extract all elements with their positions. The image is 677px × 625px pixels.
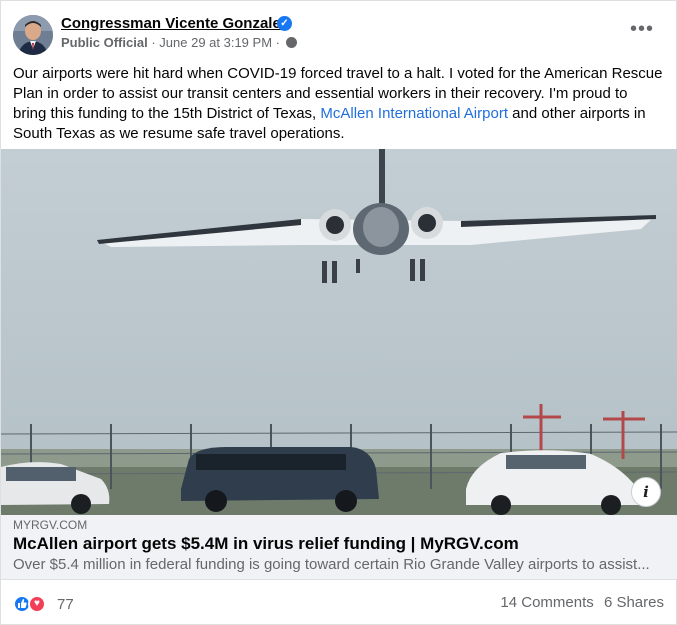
post-meta: Public Official · June 29 at 3:19 PM ·: [61, 35, 297, 50]
post-footer: ♥ 77 14 Comments 6 Shares: [13, 591, 664, 617]
post-message: Our airports were hit hard when COVID-19…: [13, 64, 663, 144]
author-name-link[interactable]: Congressman Vicente Gonzalez: [61, 15, 288, 32]
link-description: Over $5.4 million in federal funding is …: [13, 556, 650, 573]
meta-separator: ·: [151, 35, 156, 50]
link-preview-box[interactable]: MYRGV.COM McAllen airport gets $5.4M in …: [1, 515, 677, 580]
comments-count-link[interactable]: 14 Comments: [500, 594, 593, 611]
link-preview-image[interactable]: i: [1, 149, 677, 515]
author-avatar[interactable]: [13, 15, 53, 55]
reaction-count: 77: [57, 596, 74, 613]
love-reaction-icon: ♥: [28, 595, 46, 613]
globe-icon: [285, 37, 297, 48]
shares-count-link[interactable]: 6 Shares: [604, 594, 664, 611]
post-header: Congressman Vicente Gonzalez ✓ Public Of…: [13, 13, 664, 55]
info-icon[interactable]: i: [631, 477, 661, 507]
engagement-stats: 14 Comments 6 Shares: [500, 594, 664, 611]
avatar-image: [13, 15, 53, 55]
meta-separator-2: ·: [275, 35, 280, 50]
facebook-post-card: Congressman Vicente Gonzalez ✓ Public Of…: [0, 0, 677, 625]
link-domain: MYRGV.COM: [13, 518, 88, 532]
more-options-button[interactable]: •••: [630, 19, 654, 39]
airplane-landing-photo: [1, 149, 677, 515]
verified-badge-icon: ✓: [277, 16, 292, 31]
post-timestamp-link[interactable]: June 29 at 3:19 PM: [159, 35, 272, 50]
mcallen-airport-link[interactable]: McAllen International Airport: [320, 105, 508, 122]
author-role: Public Official: [61, 35, 148, 50]
link-title[interactable]: McAllen airport gets $5.4M in virus reli…: [13, 534, 519, 554]
